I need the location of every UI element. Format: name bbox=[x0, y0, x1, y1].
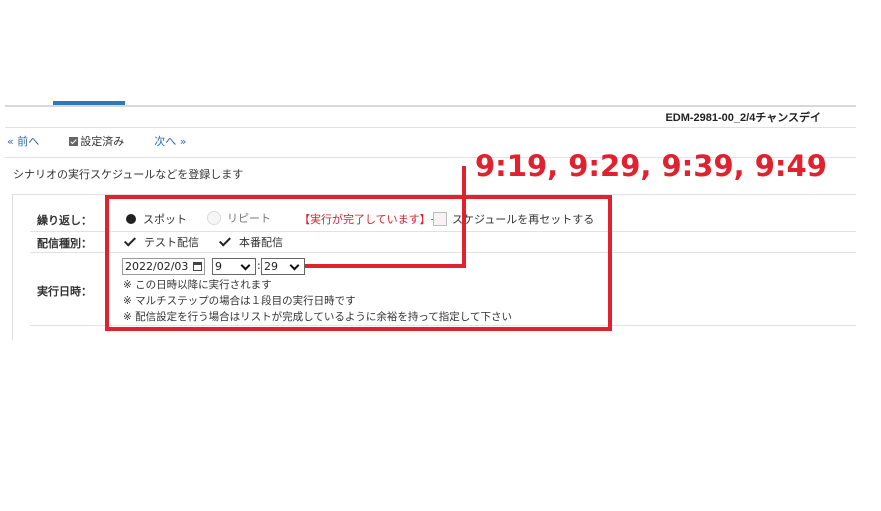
divider bbox=[5, 105, 856, 107]
highlight-box bbox=[105, 195, 612, 331]
repeat-label: 繰り返し： bbox=[37, 214, 92, 227]
configured-indicator: 設定済み bbox=[69, 133, 124, 149]
scenario-name: EDM-2981-00_2/4チャンスデイ bbox=[665, 112, 821, 124]
callout-text: 9:19, 9:29, 9:39, 9:49 bbox=[475, 149, 827, 183]
configured-label: 設定済み bbox=[80, 135, 125, 148]
configured-check-icon bbox=[69, 136, 79, 146]
form-border bbox=[12, 194, 13, 340]
page-description: シナリオの実行スケジュールなどを登録します bbox=[13, 168, 244, 181]
callout-line bbox=[305, 264, 466, 268]
exec-datetime-label: 実行日時： bbox=[37, 285, 92, 298]
next-link[interactable]: 次へ » bbox=[154, 133, 186, 149]
divider bbox=[5, 127, 856, 128]
step-navigation: « 前へ 設定済み 次へ » bbox=[7, 133, 186, 149]
prev-link[interactable]: « 前へ bbox=[7, 133, 39, 149]
callout-line bbox=[462, 166, 466, 268]
delivery-type-label: 配信種別： bbox=[37, 237, 92, 250]
